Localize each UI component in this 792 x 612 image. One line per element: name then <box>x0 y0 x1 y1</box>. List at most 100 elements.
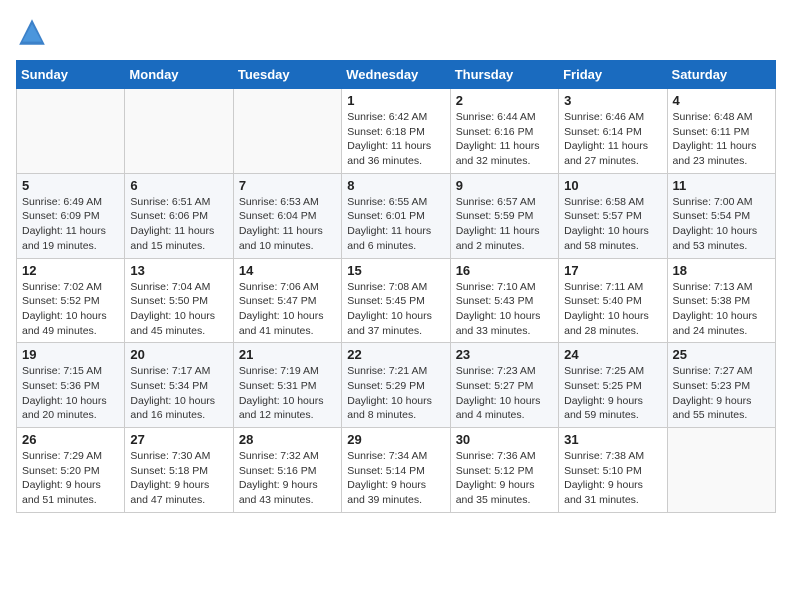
calendar-cell: 6 Sunrise: 6:51 AMSunset: 6:06 PMDaylight… <box>125 173 233 258</box>
day-info: Sunrise: 6:51 AMSunset: 6:06 PMDaylight:… <box>130 195 227 254</box>
calendar-cell: 15Sunrise: 7:08 AMSunset: 5:45 PMDayligh… <box>342 258 450 343</box>
calendar-cell: 5 Sunrise: 6:49 AMSunset: 6:09 PMDaylight… <box>17 173 125 258</box>
day-number: 31 <box>564 432 661 447</box>
calendar-cell <box>233 89 341 174</box>
day-number: 14 <box>239 263 336 278</box>
day-info: Sunrise: 7:13 AMSunset: 5:38 PMDaylight:… <box>673 280 770 339</box>
weekday-header-thursday: Thursday <box>450 61 558 89</box>
calendar-cell <box>17 89 125 174</box>
calendar-cell: 19 Sunrise: 7:15 AMSunset: 5:36 PMDayligh… <box>17 343 125 428</box>
weekday-header-wednesday: Wednesday <box>342 61 450 89</box>
day-info: Sunrise: 7:06 AMSunset: 5:47 PMDaylight:… <box>239 280 336 339</box>
day-number: 29 <box>347 432 444 447</box>
day-info: Sunrise: 7:15 AMSunset: 5:36 PMDaylight:… <box>22 364 119 423</box>
calendar-week-row: 12 Sunrise: 7:02 AMSunset: 5:52 PMDayligh… <box>17 258 776 343</box>
calendar-cell: 29 Sunrise: 7:34 AMSunset: 5:14 PMDayligh… <box>342 428 450 513</box>
weekday-header-saturday: Saturday <box>667 61 775 89</box>
calendar-week-row: 5 Sunrise: 6:49 AMSunset: 6:09 PMDaylight… <box>17 173 776 258</box>
logo-icon <box>16 16 48 48</box>
weekday-header-monday: Monday <box>125 61 233 89</box>
calendar-cell <box>667 428 775 513</box>
calendar-cell: 14 Sunrise: 7:06 AMSunset: 5:47 PMDayligh… <box>233 258 341 343</box>
weekday-header-tuesday: Tuesday <box>233 61 341 89</box>
calendar-week-row: 1 Sunrise: 6:42 AMSunset: 6:18 PMDaylight… <box>17 89 776 174</box>
day-number: 11 <box>673 178 770 193</box>
day-number: 25 <box>673 347 770 362</box>
day-number: 2 <box>456 93 553 108</box>
calendar-table: SundayMondayTuesdayWednesdayThursdayFrid… <box>16 60 776 513</box>
day-info: Sunrise: 6:57 AMSunset: 5:59 PMDaylight:… <box>456 195 553 254</box>
day-info: Sunrise: 7:02 AMSunset: 5:52 PMDaylight:… <box>22 280 119 339</box>
calendar-cell: 24 Sunrise: 7:25 AMSunset: 5:25 PMDayligh… <box>559 343 667 428</box>
calendar-week-row: 19 Sunrise: 7:15 AMSunset: 5:36 PMDayligh… <box>17 343 776 428</box>
calendar-cell: 26Sunrise: 7:29 AMSunset: 5:20 PMDayligh… <box>17 428 125 513</box>
calendar-week-row: 26Sunrise: 7:29 AMSunset: 5:20 PMDayligh… <box>17 428 776 513</box>
calendar-cell: 16 Sunrise: 7:10 AMSunset: 5:43 PMDayligh… <box>450 258 558 343</box>
day-info: Sunrise: 7:04 AMSunset: 5:50 PMDaylight:… <box>130 280 227 339</box>
calendar-cell: 22 Sunrise: 7:21 AMSunset: 5:29 PMDayligh… <box>342 343 450 428</box>
calendar-cell: 28 Sunrise: 7:32 AMSunset: 5:16 PMDayligh… <box>233 428 341 513</box>
calendar-cell: 2Sunrise: 6:44 AMSunset: 6:16 PMDaylight… <box>450 89 558 174</box>
day-number: 30 <box>456 432 553 447</box>
calendar-cell: 11 Sunrise: 7:00 AMSunset: 5:54 PMDayligh… <box>667 173 775 258</box>
day-number: 13 <box>130 263 227 278</box>
day-number: 24 <box>564 347 661 362</box>
day-info: Sunrise: 6:49 AMSunset: 6:09 PMDaylight:… <box>22 195 119 254</box>
day-info: Sunrise: 7:10 AMSunset: 5:43 PMDaylight:… <box>456 280 553 339</box>
day-info: Sunrise: 7:32 AMSunset: 5:16 PMDaylight:… <box>239 449 336 508</box>
day-number: 22 <box>347 347 444 362</box>
day-info: Sunrise: 7:36 AMSunset: 5:12 PMDaylight:… <box>456 449 553 508</box>
day-number: 20 <box>130 347 227 362</box>
weekday-header-sunday: Sunday <box>17 61 125 89</box>
day-info: Sunrise: 7:17 AMSunset: 5:34 PMDaylight:… <box>130 364 227 423</box>
day-number: 19 <box>22 347 119 362</box>
day-info: Sunrise: 6:42 AMSunset: 6:18 PMDaylight:… <box>347 110 444 169</box>
day-info: Sunrise: 6:55 AMSunset: 6:01 PMDaylight:… <box>347 195 444 254</box>
day-info: Sunrise: 6:53 AMSunset: 6:04 PMDaylight:… <box>239 195 336 254</box>
day-info: Sunrise: 7:30 AMSunset: 5:18 PMDaylight:… <box>130 449 227 508</box>
day-number: 23 <box>456 347 553 362</box>
day-info: Sunrise: 7:29 AMSunset: 5:20 PMDaylight:… <box>22 449 119 508</box>
day-info: Sunrise: 7:19 AMSunset: 5:31 PMDaylight:… <box>239 364 336 423</box>
calendar-cell: 21 Sunrise: 7:19 AMSunset: 5:31 PMDayligh… <box>233 343 341 428</box>
day-info: Sunrise: 6:46 AMSunset: 6:14 PMDaylight:… <box>564 110 661 169</box>
calendar-cell: 8Sunrise: 6:55 AMSunset: 6:01 PMDaylight… <box>342 173 450 258</box>
day-number: 21 <box>239 347 336 362</box>
day-number: 10 <box>564 178 661 193</box>
day-info: Sunrise: 7:08 AMSunset: 5:45 PMDaylight:… <box>347 280 444 339</box>
day-number: 1 <box>347 93 444 108</box>
calendar-cell: 13 Sunrise: 7:04 AMSunset: 5:50 PMDayligh… <box>125 258 233 343</box>
calendar-cell: 17 Sunrise: 7:11 AMSunset: 5:40 PMDayligh… <box>559 258 667 343</box>
day-info: Sunrise: 7:34 AMSunset: 5:14 PMDaylight:… <box>347 449 444 508</box>
calendar-cell: 7Sunrise: 6:53 AMSunset: 6:04 PMDaylight… <box>233 173 341 258</box>
weekday-header-row: SundayMondayTuesdayWednesdayThursdayFrid… <box>17 61 776 89</box>
day-info: Sunrise: 7:21 AMSunset: 5:29 PMDaylight:… <box>347 364 444 423</box>
calendar-cell: 20 Sunrise: 7:17 AMSunset: 5:34 PMDayligh… <box>125 343 233 428</box>
day-number: 17 <box>564 263 661 278</box>
day-info: Sunrise: 6:48 AMSunset: 6:11 PMDaylight:… <box>673 110 770 169</box>
day-info: Sunrise: 6:58 AMSunset: 5:57 PMDaylight:… <box>564 195 661 254</box>
day-number: 18 <box>673 263 770 278</box>
calendar-cell: 4 Sunrise: 6:48 AMSunset: 6:11 PMDaylight… <box>667 89 775 174</box>
day-number: 27 <box>130 432 227 447</box>
day-number: 16 <box>456 263 553 278</box>
calendar-cell: 30 Sunrise: 7:36 AMSunset: 5:12 PMDayligh… <box>450 428 558 513</box>
day-info: Sunrise: 7:11 AMSunset: 5:40 PMDaylight:… <box>564 280 661 339</box>
day-info: Sunrise: 7:25 AMSunset: 5:25 PMDaylight:… <box>564 364 661 423</box>
weekday-header-friday: Friday <box>559 61 667 89</box>
day-number: 6 <box>130 178 227 193</box>
day-number: 9 <box>456 178 553 193</box>
day-number: 28 <box>239 432 336 447</box>
calendar-cell: 9 Sunrise: 6:57 AMSunset: 5:59 PMDaylight… <box>450 173 558 258</box>
logo <box>16 16 52 48</box>
page-header <box>16 16 776 48</box>
calendar-cell: 25Sunrise: 7:27 AMSunset: 5:23 PMDayligh… <box>667 343 775 428</box>
day-info: Sunrise: 7:00 AMSunset: 5:54 PMDaylight:… <box>673 195 770 254</box>
day-number: 5 <box>22 178 119 193</box>
day-number: 3 <box>564 93 661 108</box>
day-number: 12 <box>22 263 119 278</box>
calendar-cell: 3 Sunrise: 6:46 AMSunset: 6:14 PMDaylight… <box>559 89 667 174</box>
calendar-cell: 18 Sunrise: 7:13 AMSunset: 5:38 PMDayligh… <box>667 258 775 343</box>
day-number: 4 <box>673 93 770 108</box>
calendar-cell: 27 Sunrise: 7:30 AMSunset: 5:18 PMDayligh… <box>125 428 233 513</box>
